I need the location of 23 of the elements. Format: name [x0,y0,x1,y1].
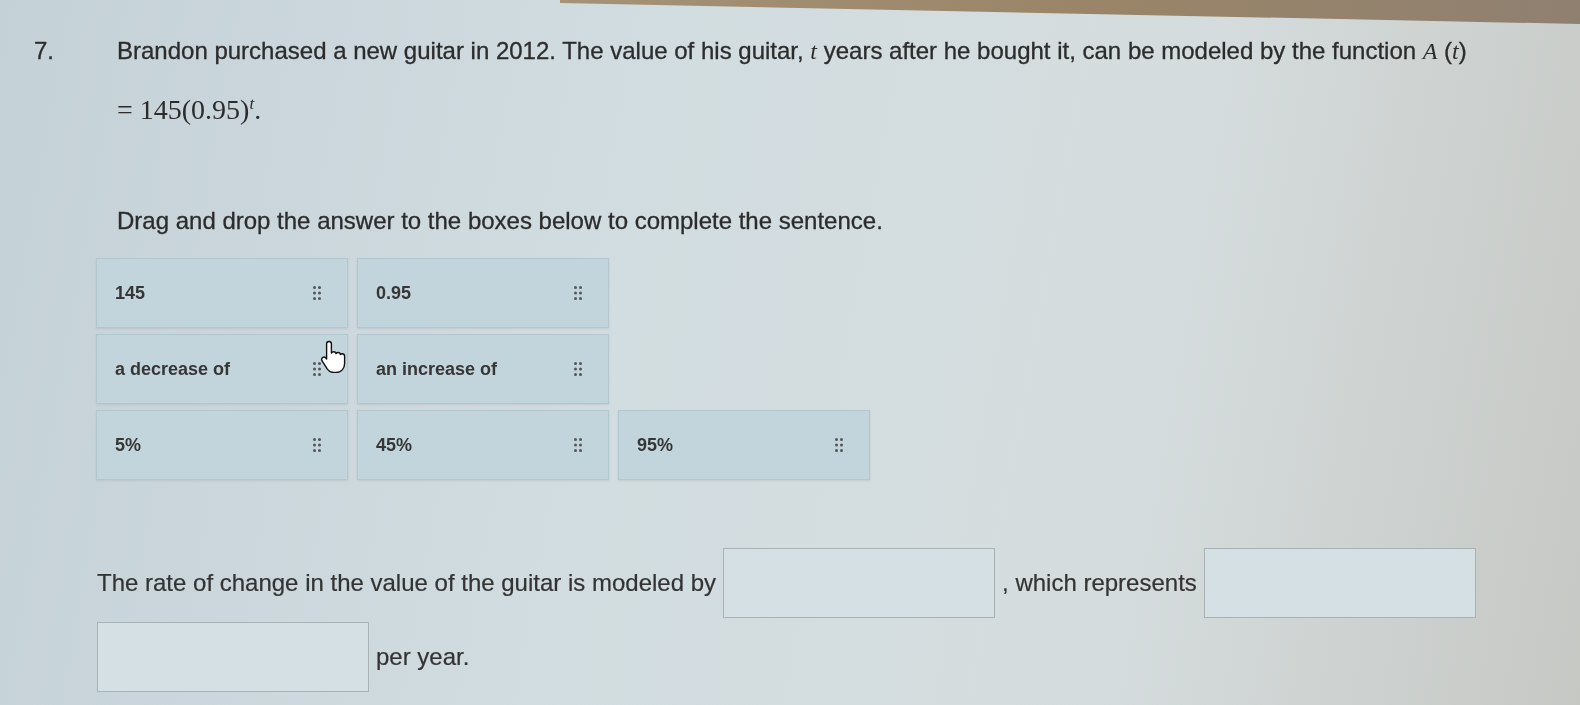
drag-handle-icon [313,362,321,377]
drag-handle-icon [313,438,321,453]
sentence-text: The rate of change in the value of the guitar is modeled by [97,568,717,599]
drag-handle-icon [574,438,582,453]
drag-handle-icon [835,438,843,453]
instruction-text: Drag and drop the answer to the boxes below to complete the sentence. [117,206,884,237]
drop-box[interactable] [1203,548,1476,619]
answer-tile[interactable]: 5% [96,410,348,481]
answer-tile[interactable]: 95% [618,410,870,481]
drag-handle-icon [574,286,582,301]
answer-tile[interactable]: 0.95 [357,258,609,329]
sentence-text: per year. [376,642,470,673]
answer-tile[interactable]: a decrease of [96,334,348,405]
answer-tile[interactable]: an increase of [357,334,609,405]
question-text: Brandon purchased a new guitar in 2012. The value of his guitar, t years after he bought it, can be modeled by the function A (t) = 145(0.95)$^{t}$. [117,36,1468,127]
sentence-text: , which represents [1002,568,1197,599]
question-number: 7. [34,36,55,66]
drop-box[interactable] [723,548,996,619]
answer-tile[interactable]: 145 [96,258,348,329]
answer-tile[interactable]: 45% [357,410,609,481]
drag-handle-icon [313,286,321,301]
drag-handle-icon [574,362,582,377]
drop-box[interactable] [97,622,369,693]
